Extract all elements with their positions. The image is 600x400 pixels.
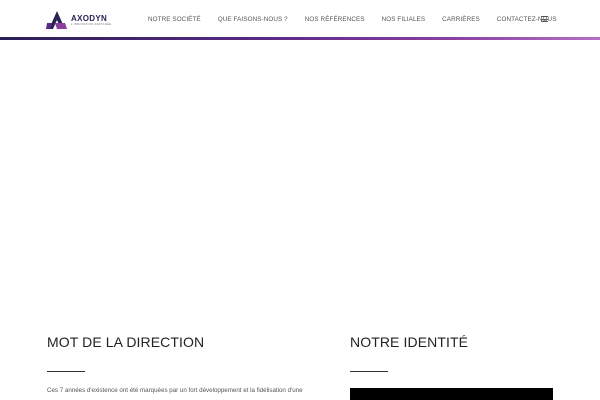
- nav-item-carrieres[interactable]: CARRIÈRES: [442, 16, 480, 23]
- logo-tagline: L'INNOVATION PARTAGÉE: [71, 22, 112, 26]
- hamburger-line: [541, 16, 548, 17]
- nav-item-nos-references[interactable]: NOS RÉFÉRENCES: [305, 16, 365, 23]
- page: AXODYN L'INNOVATION PARTAGÉE NOTRE SOCIÉ…: [0, 0, 600, 400]
- direction-paragraph: Ces 7 années d'existence ont été marquée…: [47, 387, 303, 394]
- nav-item-que-faisons-nous[interactable]: QUE FAISONS-NOUS ?: [218, 16, 288, 23]
- direction-title-underline: [47, 371, 85, 372]
- site-logo[interactable]: AXODYN L'INNOVATION PARTAGÉE: [46, 8, 116, 32]
- identity-video-frame[interactable]: [350, 388, 553, 400]
- hamburger-line: [541, 18, 548, 20]
- hamburger-menu-icon[interactable]: [541, 16, 548, 22]
- section-title-direction: MOT DE LA DIRECTION: [47, 334, 205, 350]
- logo-name: AXODYN: [71, 13, 108, 23]
- nav-item-nos-filiales[interactable]: NOS FILIALES: [382, 16, 426, 23]
- hamburger-line: [541, 21, 548, 22]
- main-nav: NOTRE SOCIÉTÉ QUE FAISONS-NOUS ? NOS RÉF…: [140, 0, 557, 38]
- section-title-identity: NOTRE IDENTITÉ: [350, 334, 469, 350]
- nav-item-notre-societe[interactable]: NOTRE SOCIÉTÉ: [148, 16, 201, 23]
- logo-text: AXODYN L'INNOVATION PARTAGÉE: [71, 14, 112, 26]
- site-header: AXODYN L'INNOVATION PARTAGÉE NOTRE SOCIÉ…: [0, 0, 600, 38]
- identity-title-underline: [350, 371, 388, 372]
- axodyn-logo-icon: [46, 11, 67, 29]
- header-divider: [0, 37, 600, 40]
